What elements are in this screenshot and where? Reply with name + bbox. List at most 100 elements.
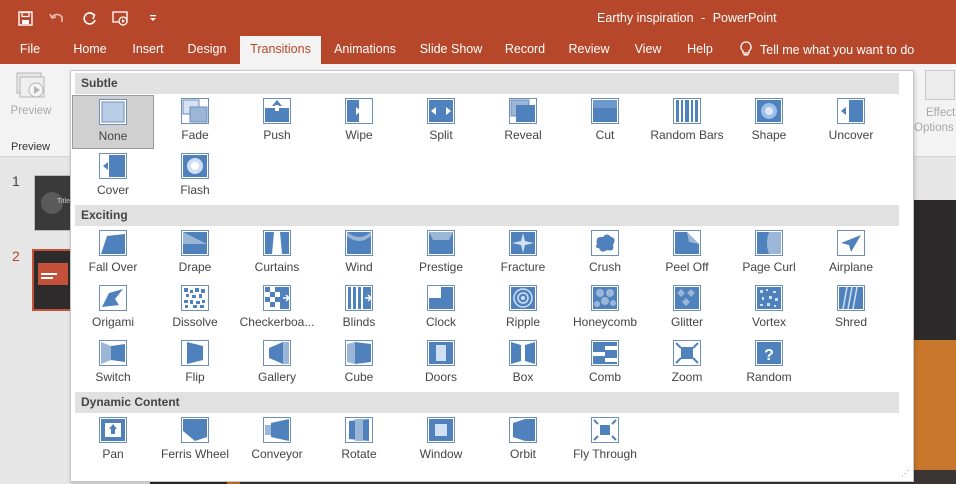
- transition-label: Conveyor: [251, 447, 303, 461]
- transition-flash[interactable]: Flash: [154, 150, 236, 204]
- transition-label: Page Curl: [742, 260, 796, 274]
- transition-zoom[interactable]: Zoom: [646, 337, 728, 391]
- transition-gallery[interactable]: Gallery: [236, 337, 318, 391]
- doors-icon: [427, 340, 455, 366]
- transition-comb[interactable]: Comb: [564, 337, 646, 391]
- transition-random-bars[interactable]: Random Bars: [646, 95, 728, 149]
- transitions-gallery: ⋰ Subtle None Fade Push Wipe Split Reveal Cut Ra…: [70, 70, 914, 482]
- svg-text:?: ?: [764, 347, 774, 364]
- preview-button[interactable]: Preview: [6, 70, 56, 117]
- transition-peel-off[interactable]: Peel Off: [646, 227, 728, 281]
- transition-ferris-wheel[interactable]: Ferris Wheel: [154, 414, 236, 468]
- transition-origami[interactable]: Origami: [72, 282, 154, 336]
- transition-push[interactable]: Push: [236, 95, 318, 149]
- transition-clock[interactable]: Clock: [400, 282, 482, 336]
- transition-cover[interactable]: Cover: [72, 150, 154, 204]
- transition-checkerboa[interactable]: Checkerboa...: [236, 282, 318, 336]
- transition-label: None: [98, 129, 128, 143]
- transition-shape[interactable]: Shape: [728, 95, 810, 149]
- transition-box[interactable]: Box: [482, 337, 564, 391]
- transition-glitter[interactable]: Glitter: [646, 282, 728, 336]
- tell-me-text: Tell me what you want to do: [760, 43, 915, 57]
- transition-switch[interactable]: Switch: [72, 337, 154, 391]
- transition-prestige[interactable]: Prestige: [400, 227, 482, 281]
- transition-rotate[interactable]: Rotate: [318, 414, 400, 468]
- slide-thumbnail-2[interactable]: [32, 249, 74, 311]
- transition-label: Pan: [102, 447, 124, 461]
- tab-view[interactable]: View: [626, 36, 670, 64]
- transition-none[interactable]: None: [72, 95, 154, 149]
- flash-icon: [181, 153, 209, 179]
- transition-cube[interactable]: Cube: [318, 337, 400, 391]
- effect-options-button[interactable]: Effect Options: [913, 70, 956, 136]
- transition-label: Fade: [181, 128, 209, 142]
- transition-fly-through[interactable]: Fly Through: [564, 414, 646, 468]
- transition-blinds[interactable]: Blinds: [318, 282, 400, 336]
- transition-cut[interactable]: Cut: [564, 95, 646, 149]
- tab-transitions[interactable]: Transitions: [240, 36, 321, 65]
- transition-fracture[interactable]: Fracture: [482, 227, 564, 281]
- present-from-start-icon[interactable]: [110, 7, 132, 29]
- tab-help[interactable]: Help: [679, 36, 721, 64]
- random-bars-icon: [673, 98, 701, 124]
- vortex-icon: [755, 285, 783, 311]
- transition-crush[interactable]: Crush: [564, 227, 646, 281]
- transition-split[interactable]: Split: [400, 95, 482, 149]
- transition-label: Split: [429, 128, 453, 142]
- transition-page-curl[interactable]: Page Curl: [728, 227, 810, 281]
- shape-icon: [755, 98, 783, 124]
- transition-fall-over[interactable]: Fall Over: [72, 227, 154, 281]
- transition-orbit[interactable]: Orbit: [482, 414, 564, 468]
- transition-label: Flip: [185, 370, 205, 384]
- undo-icon[interactable]: [46, 7, 68, 29]
- transition-random[interactable]: ? Random: [728, 337, 810, 391]
- transition-label: Gallery: [257, 370, 296, 384]
- transition-reveal[interactable]: Reveal: [482, 95, 564, 149]
- transition-label: Wipe: [345, 128, 373, 142]
- transition-conveyor[interactable]: Conveyor: [236, 414, 318, 468]
- tab-record[interactable]: Record: [498, 36, 552, 64]
- chevron-down-icon[interactable]: [142, 7, 164, 29]
- transition-drape[interactable]: Drape: [154, 227, 236, 281]
- tab-design[interactable]: Design: [180, 36, 234, 64]
- transition-label: Doors: [424, 370, 457, 384]
- transition-uncover[interactable]: Uncover: [810, 95, 892, 149]
- transition-label: Vortex: [751, 315, 787, 329]
- conveyor-icon: [263, 417, 291, 443]
- transition-label: Checkerboa...: [239, 315, 315, 329]
- transition-shred[interactable]: Shred: [810, 282, 892, 336]
- transition-wipe[interactable]: Wipe: [318, 95, 400, 149]
- transition-ripple[interactable]: Ripple: [482, 282, 564, 336]
- reveal-icon: [509, 98, 537, 124]
- transition-wind[interactable]: Wind: [318, 227, 400, 281]
- tab-home[interactable]: Home: [64, 36, 116, 64]
- airplane-icon: [837, 230, 865, 256]
- transition-flip[interactable]: Flip: [154, 337, 236, 391]
- transition-dissolve[interactable]: Dissolve: [154, 282, 236, 336]
- tab-file[interactable]: File: [8, 36, 52, 64]
- redo-icon[interactable]: [78, 7, 100, 29]
- resize-grip-icon[interactable]: ⋰: [901, 469, 909, 478]
- tell-me-search[interactable]: Tell me what you want to do: [740, 36, 914, 64]
- tab-insert[interactable]: Insert: [124, 36, 172, 64]
- transition-doors[interactable]: Doors: [400, 337, 482, 391]
- transition-label: Random Bars: [650, 128, 724, 142]
- tab-review[interactable]: Review: [562, 36, 616, 64]
- save-icon[interactable]: [14, 7, 36, 29]
- transition-vortex[interactable]: Vortex: [728, 282, 810, 336]
- tab-slide-show[interactable]: Slide Show: [414, 36, 488, 64]
- transition-label: Fall Over: [88, 260, 138, 274]
- transition-airplane[interactable]: Airplane: [810, 227, 892, 281]
- transition-label: Crush: [588, 260, 621, 274]
- crush-icon: [591, 230, 619, 256]
- transition-curtains[interactable]: Curtains: [236, 227, 318, 281]
- glitter-icon: [673, 285, 701, 311]
- transition-fade[interactable]: Fade: [154, 95, 236, 149]
- lightbulb-icon: [740, 40, 752, 60]
- transition-label: Ferris Wheel: [160, 447, 229, 461]
- transition-honeycomb[interactable]: Honeycomb: [564, 282, 646, 336]
- transition-window[interactable]: Window: [400, 414, 482, 468]
- transition-label: Honeycomb: [572, 315, 638, 329]
- tab-animations[interactable]: Animations: [326, 36, 404, 64]
- transition-pan[interactable]: Pan: [72, 414, 154, 468]
